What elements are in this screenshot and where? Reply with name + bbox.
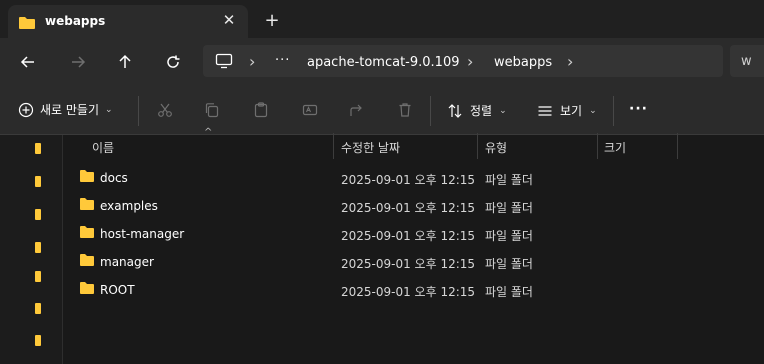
breadcrumb-separator: › xyxy=(567,52,574,71)
column-divider[interactable] xyxy=(333,133,334,159)
computer-icon xyxy=(215,53,233,72)
new-button-label: 새로 만들기 xyxy=(40,103,100,117)
file-name: docs xyxy=(100,171,128,185)
folder-icon xyxy=(18,15,36,34)
new-button[interactable]: 새로 만들기 ⌄ xyxy=(18,101,113,118)
cut-icon[interactable] xyxy=(157,102,173,121)
rename-icon[interactable] xyxy=(302,102,318,121)
folder-icon xyxy=(79,253,95,270)
chevron-down-icon: ⌄ xyxy=(105,104,113,115)
tab-title: webapps xyxy=(45,14,106,28)
navigation-pane xyxy=(0,135,63,364)
search-input-value: w xyxy=(741,54,752,69)
breadcrumb-item-apache-tomcat[interactable]: apache-tomcat-9.0.109 xyxy=(307,55,460,70)
arrow-left-icon xyxy=(20,56,34,68)
sort-ascending-icon: ^ xyxy=(204,127,213,138)
copy-icon[interactable] xyxy=(204,102,220,121)
refresh-button[interactable] xyxy=(159,48,187,76)
nav-folder-icon[interactable] xyxy=(35,143,41,154)
arrow-up-icon xyxy=(119,54,131,68)
breadcrumb-separator: › xyxy=(249,52,256,71)
folder-icon xyxy=(79,197,95,214)
file-type: 파일 폴더 xyxy=(485,173,533,187)
file-name: examples xyxy=(100,199,158,213)
sort-icon xyxy=(448,103,462,118)
arrow-right-icon xyxy=(72,56,86,68)
toolbar-divider xyxy=(613,96,614,126)
breadcrumb-item-webapps[interactable]: webapps xyxy=(494,55,552,70)
file-date: 2025-09-01 오후 12:15 xyxy=(341,285,476,299)
file-name: host-manager xyxy=(100,227,185,241)
file-date: 2025-09-01 오후 12:15 xyxy=(341,229,476,243)
file-name: ROOT xyxy=(100,283,135,297)
folder-icon xyxy=(79,225,95,242)
delete-icon[interactable] xyxy=(397,102,413,121)
toolbar-divider xyxy=(430,96,431,126)
file-type: 파일 폴더 xyxy=(485,229,533,243)
column-divider[interactable] xyxy=(477,133,478,159)
sort-button-label: 정렬 xyxy=(470,104,493,118)
file-date: 2025-09-01 오후 12:15 xyxy=(341,257,476,271)
toolbar-divider xyxy=(138,96,139,126)
list-view-icon xyxy=(538,105,552,116)
chevron-down-icon: ⌄ xyxy=(589,105,597,116)
refresh-icon xyxy=(167,55,180,68)
file-date: 2025-09-01 오후 12:15 xyxy=(341,201,476,215)
breadcrumb-separator: › xyxy=(467,52,474,71)
column-header-size[interactable]: 크기 xyxy=(604,139,626,165)
view-button-label: 보기 xyxy=(560,104,583,118)
folder-icon xyxy=(79,169,95,186)
up-button[interactable] xyxy=(111,48,139,76)
chevron-down-icon: ⌄ xyxy=(499,105,507,116)
file-type: 파일 폴더 xyxy=(485,201,533,215)
file-type: 파일 폴더 xyxy=(485,257,533,271)
sort-button[interactable]: 정렬 ⌄ xyxy=(447,102,507,119)
column-divider[interactable] xyxy=(597,133,598,159)
share-icon[interactable] xyxy=(349,102,365,121)
close-icon[interactable]: ✕ xyxy=(218,9,240,31)
plus-circle-icon xyxy=(18,102,34,117)
nav-folder-icon[interactable] xyxy=(35,242,41,253)
new-tab-button[interactable]: + xyxy=(260,8,284,32)
nav-folder-icon[interactable] xyxy=(35,271,41,282)
paste-icon[interactable] xyxy=(253,102,269,121)
column-header-type[interactable]: 유형 xyxy=(485,139,507,165)
file-name: manager xyxy=(100,255,154,269)
forward-button[interactable] xyxy=(64,48,92,76)
view-button[interactable]: 보기 ⌄ xyxy=(537,102,597,119)
command-bar xyxy=(0,88,764,135)
column-divider[interactable] xyxy=(677,133,678,159)
column-header-date[interactable]: 수정한 날짜 xyxy=(341,139,400,165)
nav-folder-icon[interactable] xyxy=(35,303,41,314)
folder-icon xyxy=(79,281,95,298)
file-type: 파일 폴더 xyxy=(485,285,533,299)
more-options-button[interactable]: ··· xyxy=(629,101,648,117)
column-header-name[interactable]: 이름 xyxy=(92,139,114,165)
nav-folder-icon[interactable] xyxy=(35,335,41,346)
file-date: 2025-09-01 오후 12:15 xyxy=(341,173,476,187)
breadcrumb-more-button[interactable]: ··· xyxy=(275,53,290,68)
tab-webapps[interactable]: webapps ✕ xyxy=(8,5,248,38)
nav-folder-icon[interactable] xyxy=(35,209,41,220)
back-button[interactable] xyxy=(14,48,42,76)
nav-folder-icon[interactable] xyxy=(35,176,41,187)
